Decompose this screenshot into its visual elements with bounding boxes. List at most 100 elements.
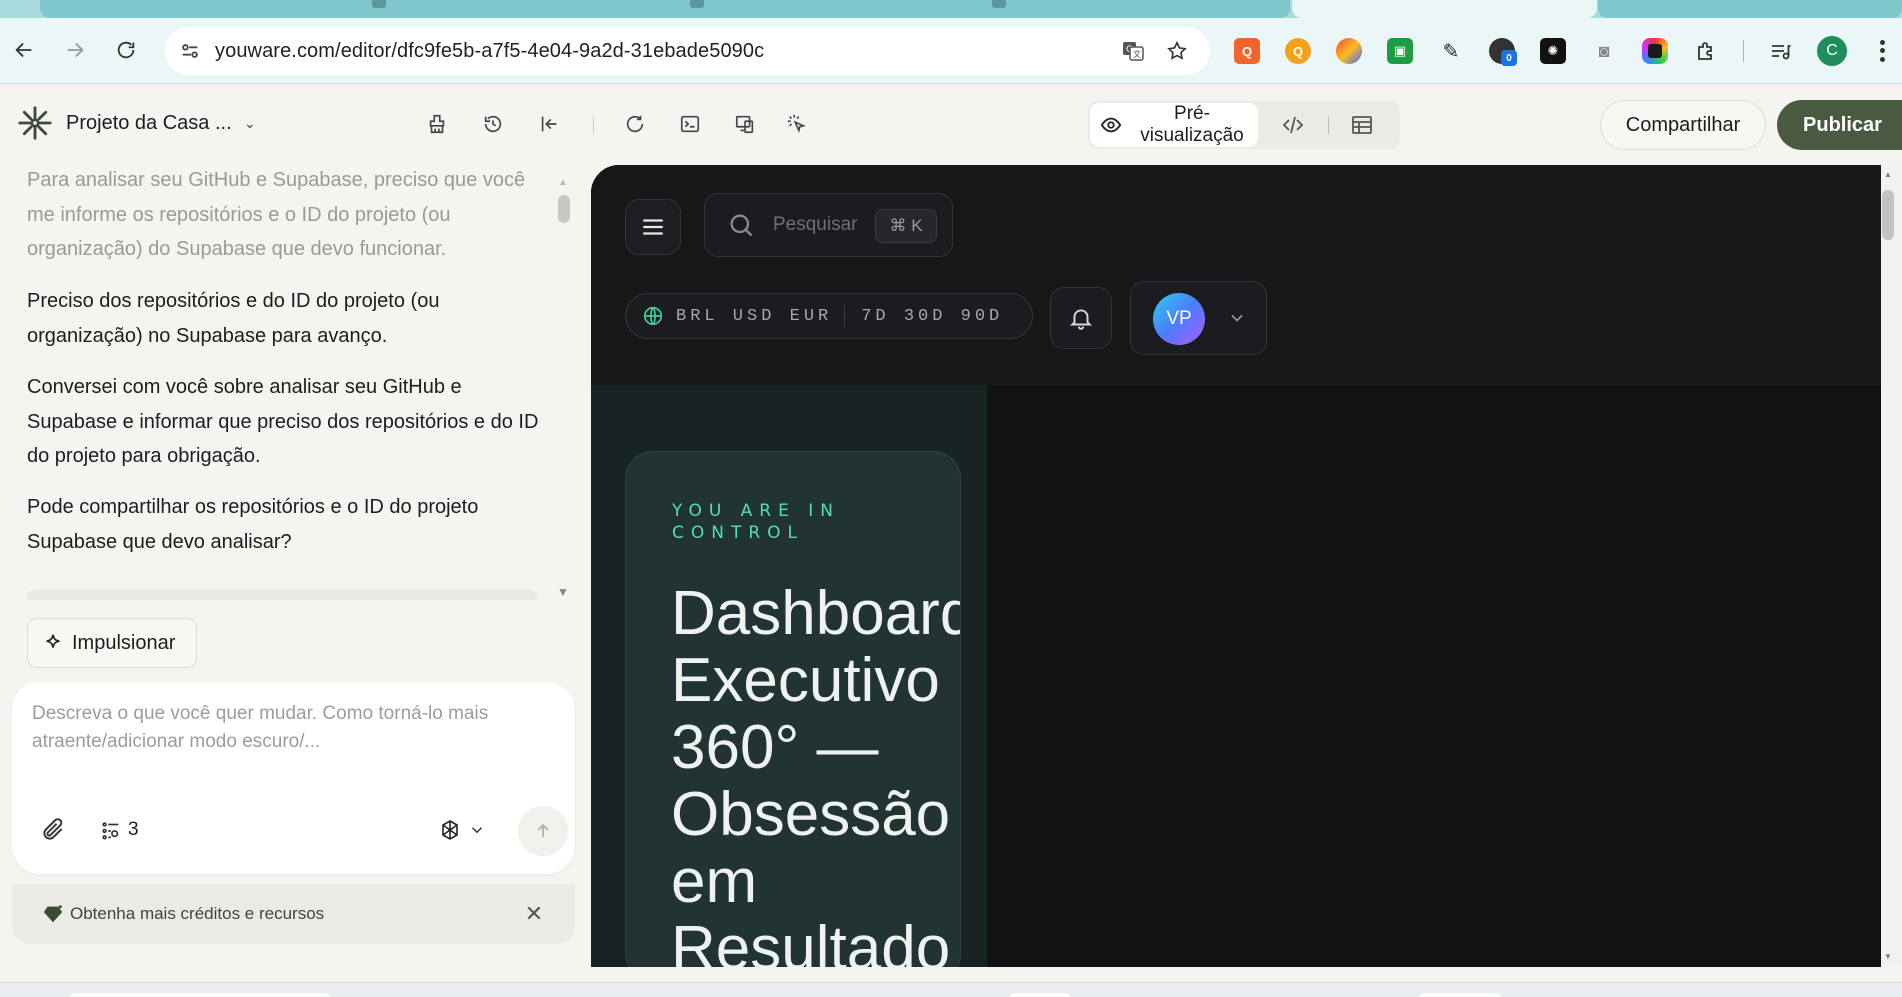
bell-icon[interactable] bbox=[1050, 287, 1112, 349]
currency-range-selector[interactable]: BRL USD EUR 7D 30D 90D bbox=[625, 293, 1033, 339]
chat-message: Conversei com você sobre analisar seu Gi… bbox=[27, 376, 539, 467]
address-bar[interactable]: youware.com/editor/dfc9fe5b-a7f5-4e04-9a… bbox=[165, 27, 1210, 75]
scroll-down-arrow-icon[interactable]: ▼ bbox=[557, 585, 569, 599]
browser-tab[interactable] bbox=[40, 0, 1290, 18]
chevron-down-icon[interactable]: ⌄ bbox=[244, 115, 256, 132]
scroll-down-arrow-icon[interactable]: ▼ bbox=[1884, 952, 1892, 961]
tasks-list-icon bbox=[102, 822, 119, 840]
user-menu[interactable]: VP bbox=[1130, 281, 1267, 355]
search-shortcut-badge: ⌘ K bbox=[875, 209, 937, 243]
scroll-up-arrow-icon[interactable]: ▲ bbox=[1884, 170, 1892, 179]
hamburger-menu-icon[interactable] bbox=[625, 199, 681, 255]
collapse-panel-icon[interactable] bbox=[534, 109, 564, 139]
element-select-icon[interactable] bbox=[782, 109, 812, 139]
hero-card: YOU ARE IN CONTROL Dashboard Executivo 3… bbox=[625, 451, 961, 967]
view-mode-toggle: Pré- visualização bbox=[1088, 101, 1400, 149]
browser-tab-strip bbox=[0, 0, 1902, 18]
chevron-down-icon bbox=[471, 827, 483, 834]
range-options[interactable]: 7D 30D 90D bbox=[861, 307, 1003, 326]
profile-avatar[interactable]: C bbox=[1817, 36, 1847, 66]
sparkle-icon bbox=[46, 634, 60, 648]
preview-tab[interactable]: Pré- visualização bbox=[1090, 103, 1258, 147]
selector-divider bbox=[844, 305, 846, 327]
message-composer: 3 bbox=[12, 682, 575, 874]
gem-icon bbox=[43, 905, 63, 923]
taskbar-item[interactable] bbox=[1010, 993, 1070, 997]
history-icon[interactable] bbox=[478, 109, 508, 139]
responsive-device-icon[interactable] bbox=[730, 109, 760, 139]
chat-message: Preciso dos repositórios e do ID do proj… bbox=[27, 290, 440, 347]
hero-eyebrow: YOU ARE IN CONTROL bbox=[672, 501, 840, 543]
header-divider bbox=[593, 116, 594, 134]
media-controls-icon[interactable] bbox=[1768, 38, 1794, 64]
taskbar-item[interactable] bbox=[70, 993, 330, 997]
search-placeholder: Pesquisar bbox=[773, 214, 858, 235]
credits-banner-text: Obtenha mais créditos e recursos bbox=[70, 904, 325, 923]
extension-coin-icon[interactable]: Q bbox=[1285, 38, 1311, 64]
refresh-preview-icon[interactable] bbox=[620, 109, 650, 139]
credits-banner[interactable]: Obtenha mais créditos e recursos ✕ bbox=[12, 884, 575, 944]
tasks-count: 3 bbox=[128, 819, 139, 840]
arrow-up-icon bbox=[537, 823, 549, 837]
extension-openai-icon[interactable]: ✺ bbox=[1540, 38, 1566, 64]
svg-text:文: 文 bbox=[1133, 49, 1141, 59]
preview-tab-label: Pré- visualização bbox=[1140, 103, 1244, 146]
preview-scrollbar-thumb[interactable] bbox=[1882, 190, 1894, 240]
browser-tab-active[interactable] bbox=[1292, 0, 1597, 18]
boost-button[interactable]: Impulsionar bbox=[27, 618, 197, 668]
extension-badge-icon[interactable]: 0 bbox=[1489, 38, 1517, 66]
tab-favicon bbox=[372, 0, 386, 8]
table-view-icon[interactable] bbox=[1350, 113, 1374, 137]
user-avatar: VP bbox=[1153, 293, 1205, 345]
hero-title: Dashboard Executivo 360° — Obsessão em R… bbox=[671, 579, 961, 967]
eye-icon bbox=[1100, 117, 1122, 133]
chat-scrollbar-thumb[interactable] bbox=[558, 195, 570, 223]
close-icon[interactable]: ✕ bbox=[522, 901, 546, 926]
bookmark-star-icon[interactable] bbox=[1164, 38, 1190, 64]
extension-eyedropper-icon[interactable]: ✎ bbox=[1438, 38, 1464, 64]
forward-icon[interactable] bbox=[57, 32, 93, 68]
translate-icon[interactable]: G文 bbox=[1120, 38, 1146, 64]
extension-camera-icon[interactable]: ◙ bbox=[1591, 38, 1617, 64]
browser-tab[interactable] bbox=[1598, 0, 1902, 18]
scroll-up-arrow-icon[interactable]: ▲ bbox=[558, 177, 568, 188]
extension-colorballs-icon[interactable] bbox=[1336, 38, 1362, 64]
cleanup-brush-icon[interactable] bbox=[422, 109, 452, 139]
publish-button[interactable]: Publicar bbox=[1777, 100, 1902, 150]
extension-green-icon[interactable]: ▣ bbox=[1387, 38, 1413, 64]
prompt-input[interactable] bbox=[32, 700, 552, 770]
preview-search[interactable]: Pesquisar ⌘ K bbox=[704, 193, 953, 257]
send-button[interactable] bbox=[518, 806, 568, 856]
extensions-puzzle-icon[interactable] bbox=[1693, 38, 1719, 64]
globe-icon bbox=[643, 306, 663, 326]
menu-dots-icon[interactable] bbox=[1872, 38, 1892, 64]
project-title[interactable]: Projeto da Casa ... bbox=[66, 112, 232, 135]
preview-scrollbar[interactable] bbox=[1881, 165, 1902, 967]
taskbar-item[interactable] bbox=[1420, 993, 1500, 997]
tab-favicon bbox=[690, 0, 704, 8]
site-info-icon[interactable] bbox=[177, 38, 203, 64]
boost-button-label: Impulsionar bbox=[72, 631, 176, 654]
share-button[interactable]: Compartilhar bbox=[1600, 100, 1766, 150]
browser-toolbar: youware.com/editor/dfc9fe5b-a7f5-4e04-9a… bbox=[0, 18, 1902, 84]
chat-panel: Para analisar seu GitHub e Supabase, pre… bbox=[0, 165, 580, 997]
url-text[interactable]: youware.com/editor/dfc9fe5b-a7f5-4e04-9a… bbox=[215, 40, 764, 63]
chat-message-peek bbox=[27, 590, 537, 600]
code-view-icon[interactable] bbox=[1280, 113, 1306, 137]
back-icon[interactable] bbox=[6, 32, 42, 68]
chat-message: Pode compartilhar os repositórios e o ID… bbox=[27, 496, 479, 553]
youware-logo[interactable] bbox=[16, 104, 54, 142]
model-selector[interactable] bbox=[438, 816, 486, 844]
extension-orange-icon[interactable]: Q bbox=[1234, 38, 1260, 64]
preview-topbar: Pesquisar ⌘ K BRL USD EUR 7D 30D 90D VP bbox=[591, 165, 1881, 385]
extension-ring-icon[interactable] bbox=[1642, 38, 1668, 64]
tasks-button[interactable]: 3 bbox=[100, 817, 139, 843]
paperclip-icon[interactable] bbox=[40, 817, 66, 843]
toggle-divider bbox=[1328, 116, 1329, 134]
app-preview: Pesquisar ⌘ K BRL USD EUR 7D 30D 90D VP … bbox=[591, 165, 1881, 967]
terminal-icon[interactable] bbox=[675, 109, 705, 139]
currency-options[interactable]: BRL USD EUR bbox=[676, 307, 832, 326]
chevron-down-icon bbox=[1231, 314, 1243, 322]
chat-messages[interactable]: Para analisar seu GitHub e Supabase, pre… bbox=[0, 165, 560, 605]
reload-icon[interactable] bbox=[108, 32, 144, 68]
